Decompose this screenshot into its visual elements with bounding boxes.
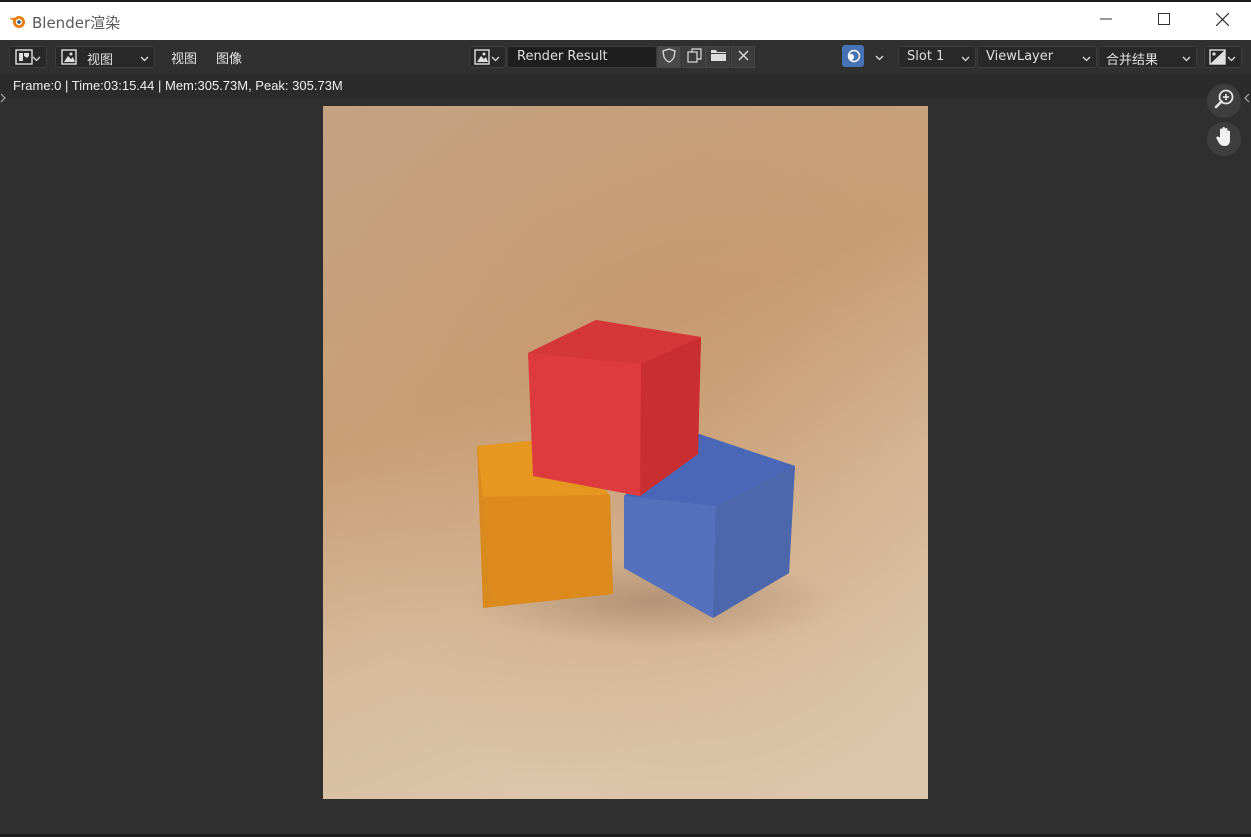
window-titlebar: Blender渲染 bbox=[0, 0, 1251, 40]
render-status-text: Frame:0 | Time:03:15.44 | Mem:305.73M, P… bbox=[13, 78, 343, 93]
new-image-button[interactable] bbox=[682, 46, 706, 68]
hand-icon bbox=[1214, 126, 1234, 152]
minimize-icon bbox=[1100, 13, 1112, 29]
zoom-in-icon bbox=[1213, 88, 1235, 114]
image-editor-header: 视图 视图 图像 Render Result Slot 1 ViewLayer … bbox=[0, 40, 1251, 74]
open-image-button[interactable] bbox=[706, 46, 730, 68]
display-channels-dropdown[interactable] bbox=[1204, 46, 1242, 68]
chevron-down-icon bbox=[875, 51, 884, 66]
shield-icon bbox=[662, 47, 676, 67]
view-layer-dropdown[interactable]: ViewLayer bbox=[977, 46, 1097, 68]
sidebar-expand-arrow-icon[interactable] bbox=[1244, 92, 1250, 108]
overlay-icon bbox=[842, 45, 864, 67]
color-alpha-icon bbox=[1209, 49, 1226, 69]
maximize-icon bbox=[1158, 13, 1170, 29]
close-icon bbox=[1215, 12, 1229, 30]
menu-view[interactable]: 视图 bbox=[171, 48, 197, 67]
chevron-down-icon bbox=[1182, 52, 1191, 67]
window-title: Blender渲染 bbox=[32, 14, 121, 32]
close-button[interactable] bbox=[1193, 2, 1251, 40]
render-pass-dropdown[interactable]: 合并结果 bbox=[1098, 46, 1197, 68]
red-cube bbox=[528, 320, 701, 496]
view-mode-dropdown[interactable]: 视图 bbox=[55, 46, 155, 68]
slot-dropdown[interactable]: Slot 1 bbox=[898, 46, 976, 68]
duplicate-icon bbox=[686, 47, 702, 67]
image-icon bbox=[61, 49, 77, 69]
chevron-down-icon bbox=[140, 52, 149, 67]
overlay-dropdown[interactable] bbox=[840, 45, 890, 68]
unlink-image-button[interactable] bbox=[731, 46, 755, 68]
toolbar-expand-arrow-icon[interactable] bbox=[0, 92, 6, 108]
chevron-down-icon bbox=[491, 52, 500, 67]
render-status-bar: Frame:0 | Time:03:15.44 | Mem:305.73M, P… bbox=[0, 74, 1251, 98]
render-result-image bbox=[323, 106, 928, 799]
image-name-value: Render Result bbox=[517, 49, 608, 64]
editor-type-dropdown[interactable] bbox=[9, 46, 47, 68]
pan-button[interactable] bbox=[1207, 122, 1241, 156]
minimize-button[interactable] bbox=[1077, 2, 1135, 40]
maximize-button[interactable] bbox=[1135, 2, 1193, 40]
blender-logo-icon bbox=[8, 13, 26, 33]
slot-value: Slot 1 bbox=[907, 49, 945, 64]
image-browse-icon bbox=[474, 49, 490, 69]
view-mode-label: 视图 bbox=[87, 53, 114, 68]
chevron-down-icon bbox=[1227, 52, 1236, 67]
browse-image-dropdown[interactable] bbox=[469, 46, 506, 68]
chevron-down-icon bbox=[32, 52, 41, 67]
close-icon bbox=[738, 50, 749, 65]
chevron-down-icon bbox=[961, 52, 970, 67]
view-layer-value: ViewLayer bbox=[986, 49, 1054, 64]
zoom-button[interactable] bbox=[1207, 84, 1241, 118]
chevron-down-icon bbox=[1082, 52, 1091, 67]
image-name-field[interactable]: Render Result bbox=[507, 46, 657, 68]
menu-image[interactable]: 图像 bbox=[216, 48, 242, 67]
render-pass-value: 合并结果 bbox=[1106, 53, 1159, 68]
image-editor-icon bbox=[15, 49, 33, 69]
fake-user-button[interactable] bbox=[657, 46, 681, 68]
folder-icon bbox=[710, 48, 727, 66]
